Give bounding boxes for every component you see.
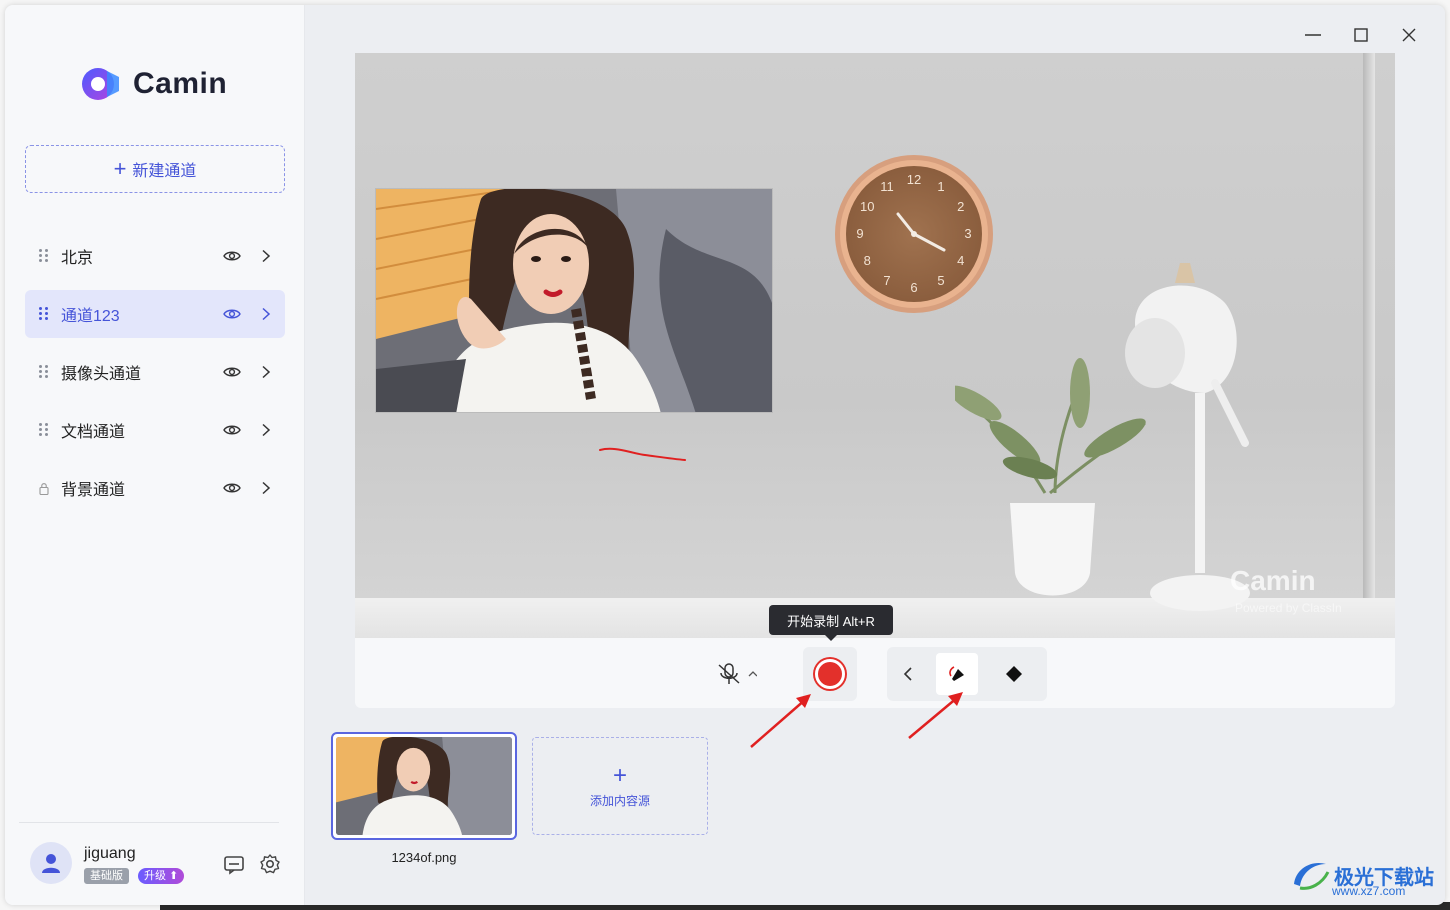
lock-icon xyxy=(39,482,49,495)
channel-item[interactable]: 摄像头通道 xyxy=(25,348,285,396)
new-channel-button[interactable]: + 新建通道 xyxy=(25,145,285,193)
channel-label: 文档通道 xyxy=(61,424,126,441)
control-bar xyxy=(355,638,1395,708)
record-button[interactable] xyxy=(803,647,857,701)
eye-icon[interactable] xyxy=(223,366,241,378)
site-logo-icon xyxy=(1294,862,1330,890)
annotation-toolbar xyxy=(887,647,1047,701)
eye-icon[interactable] xyxy=(223,482,241,494)
site-url: www.xz7.com xyxy=(1332,884,1406,898)
microphone-icon[interactable] xyxy=(717,663,757,685)
site-watermark: 极光下载站 www.xz7.com xyxy=(1290,858,1434,898)
record-icon xyxy=(815,659,845,689)
channel-item[interactable]: 通道123 xyxy=(25,290,285,338)
eye-icon[interactable] xyxy=(223,308,241,320)
drag-handle-icon[interactable] xyxy=(39,365,49,379)
preview-watermark: Camin xyxy=(1230,565,1316,596)
chevron-right-icon[interactable] xyxy=(261,307,271,321)
eye-icon[interactable] xyxy=(223,250,241,262)
preview-canvas[interactable]: 12 1 2 3 4 5 6 7 8 9 10 11 Camin Powered… xyxy=(355,53,1395,638)
app-name: Camin xyxy=(133,67,228,100)
app-logo: Camin xyxy=(81,67,227,101)
close-icon[interactable] xyxy=(1399,27,1419,43)
thumbnail-image xyxy=(336,737,512,835)
annotation-stroke xyxy=(599,447,686,461)
channel-list: 北京通道123 摄像头通道文档通道背景通道 xyxy=(25,232,285,522)
chevron-right-icon[interactable] xyxy=(261,481,271,495)
source-name: 1234of.png xyxy=(391,850,457,865)
user-icon xyxy=(42,854,60,873)
chevron-right-icon[interactable] xyxy=(261,423,271,437)
add-source-label: 添加内容源 xyxy=(589,793,650,808)
camin-logo-icon xyxy=(82,68,119,100)
channel-label: 背景通道 xyxy=(61,482,126,499)
upgrade-label: 升级 xyxy=(144,870,166,882)
source-thumbnail xyxy=(336,737,512,835)
divider xyxy=(19,822,279,823)
eye-icon[interactable] xyxy=(223,424,241,436)
sidebar: Camin + 新建通道 北京通道123 摄像头通道文档通道背景通道 jiguan… xyxy=(5,5,305,905)
new-channel-label: 新建通道 xyxy=(132,163,197,180)
message-icon[interactable] xyxy=(223,853,245,875)
drag-handle-icon[interactable] xyxy=(39,249,49,263)
channel-item[interactable]: 背景通道 xyxy=(25,464,285,512)
maximize-icon[interactable] xyxy=(1351,27,1371,43)
lamp-and-plant xyxy=(955,263,1250,611)
plus-icon: + xyxy=(113,156,127,181)
drag-handle-icon[interactable] xyxy=(39,423,49,437)
minimize-icon[interactable] xyxy=(1303,27,1323,43)
chevron-right-icon[interactable] xyxy=(261,365,271,379)
eraser-tool-button[interactable] xyxy=(993,653,1035,695)
chevron-left-icon xyxy=(903,667,912,681)
record-tooltip: 开始录制 Alt+R xyxy=(769,605,893,641)
plan-badge: 基础版 xyxy=(84,868,129,884)
add-source-button[interactable]: + 添加内容源 xyxy=(532,737,708,835)
chevron-right-icon[interactable] xyxy=(261,249,271,263)
portrait-image xyxy=(376,189,772,412)
channel-label: 通道123 xyxy=(61,308,120,325)
plus-icon: + xyxy=(612,761,627,789)
channel-label: 摄像头通道 xyxy=(61,366,142,383)
channel-item[interactable]: 北京 xyxy=(25,232,285,280)
preview-watermark-sub: Powered by ClassIn xyxy=(1235,601,1342,615)
app-window: Camin + 新建通道 北京通道123 摄像头通道文档通道背景通道 jiguan… xyxy=(5,5,1445,905)
channel-item[interactable]: 文档通道 xyxy=(25,406,285,454)
gear-icon[interactable] xyxy=(259,853,281,875)
collapse-tools-button[interactable] xyxy=(887,653,929,695)
upgrade-badge[interactable]: 升级 ⬆ xyxy=(138,868,185,884)
avatar[interactable] xyxy=(30,842,72,884)
drag-handle-icon[interactable] xyxy=(39,307,49,321)
pen-tool-button[interactable] xyxy=(936,653,978,695)
source-item[interactable] xyxy=(331,732,517,840)
eraser-icon xyxy=(1006,666,1022,682)
username: jiguang xyxy=(84,845,136,862)
channel-label: 北京 xyxy=(61,250,94,267)
pen-icon xyxy=(949,666,964,681)
image-layer[interactable] xyxy=(375,188,773,413)
